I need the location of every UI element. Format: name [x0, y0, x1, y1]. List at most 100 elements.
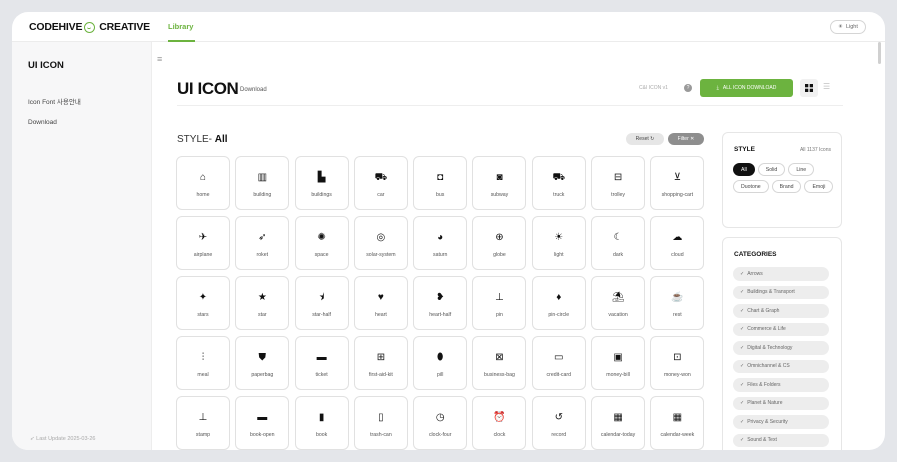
icon-card[interactable]: ▦ calendar-week	[650, 396, 705, 450]
icon-card[interactable]: ⛊ paperbag	[235, 336, 290, 390]
icon-card[interactable]: ▦ calendar-today	[591, 396, 646, 450]
icon-card-label: airplane	[193, 251, 213, 258]
app-window: CODEHIVE CREATIVE Library ☀ Light UI ICO…	[12, 12, 885, 450]
icon-card[interactable]: ✦ stars	[176, 276, 230, 330]
icon-card[interactable]: ➶ roket	[235, 216, 290, 270]
icon-card[interactable]: ⊠ business-bag	[472, 336, 527, 390]
icon-card[interactable]: ⊕ globe	[472, 216, 527, 270]
help-icon[interactable]: ?	[684, 84, 692, 92]
icon-card-label: saturn	[432, 251, 448, 258]
icon-card-label: cloud	[671, 251, 684, 258]
icon-card[interactable]: ☀ light	[531, 216, 586, 270]
icon-card[interactable]: ☾ dark	[591, 216, 646, 270]
icon-card[interactable]: ⊻ shopping-cart	[650, 156, 705, 210]
icon-card[interactable]: ↺ record	[531, 396, 586, 450]
icon-card[interactable]: ⊡ money-won	[650, 336, 705, 390]
icon-card[interactable]: ⌂ home	[176, 156, 230, 210]
category-item[interactable]: ✓ Omnichannel & CS	[733, 359, 829, 373]
categories-panel-title: CATEGORIES	[734, 251, 777, 258]
trash-can-icon: ▯	[378, 411, 384, 423]
icon-card-label: trash-can	[370, 431, 392, 438]
category-item[interactable]: ✓ Commerce & Life	[733, 322, 829, 336]
icon-card[interactable]: ▥ building	[235, 156, 290, 210]
nav-library-tab[interactable]: Library	[168, 22, 193, 31]
icon-card[interactable]: ▙ buildings	[294, 156, 349, 210]
icon-card[interactable]: ⏰ clock	[472, 396, 527, 450]
book-open-icon: ▬	[257, 411, 268, 423]
pin-icon: ⊥	[495, 291, 504, 303]
reset-button[interactable]: Reset ↻	[626, 133, 664, 145]
icon-card[interactable]: ✈ airplane	[176, 216, 230, 270]
icon-card[interactable]: ⛟ truck	[531, 156, 586, 210]
icon-card[interactable]: ▮ book	[294, 396, 349, 450]
icon-card[interactable]: ⫶ meal	[176, 336, 230, 390]
icon-card[interactable]: ★ star	[235, 276, 290, 330]
money-won-icon: ⊡	[673, 351, 682, 363]
icon-card-label: first-aid-kit	[368, 371, 393, 378]
brand-logo[interactable]: CODEHIVE CREATIVE	[29, 21, 150, 33]
icon-card[interactable]: ❥ heart-half	[413, 276, 468, 330]
icon-card[interactable]: ☕ rest	[650, 276, 705, 330]
list-view-icon[interactable]: ☰	[823, 82, 830, 91]
icon-card[interactable]: ⬮ pill	[413, 336, 468, 390]
icon-card[interactable]: ◙ subway	[472, 156, 527, 210]
icon-card[interactable]: ♥ heart	[353, 276, 408, 330]
icon-card[interactable]: ▯ trash-can	[353, 396, 408, 450]
category-item[interactable]: ✓ Chart & Graph	[733, 304, 829, 318]
icon-card[interactable]: ☁ cloud	[650, 216, 705, 270]
style-chip-line[interactable]: Line	[788, 163, 815, 176]
icon-card[interactable]: ⯨ star-half	[294, 276, 349, 330]
category-item[interactable]: ✓ Files & Folders	[733, 378, 829, 392]
globe-icon: ⊕	[495, 231, 504, 243]
category-item[interactable]: ✓ Privacy & Security	[733, 415, 829, 429]
style-panel-title: STYLE	[734, 146, 755, 153]
sidebar-item-download[interactable]: Download	[28, 119, 57, 126]
icon-card-label: business-bag	[484, 371, 515, 378]
style-chip-solid[interactable]: Solid	[757, 163, 786, 176]
check-icon: ✓	[740, 344, 745, 351]
icon-card[interactable]: ▭ credit-card	[531, 336, 586, 390]
category-item[interactable]: ✓ Planet & Nature	[733, 396, 829, 410]
icon-card[interactable]: ⊞ first-aid-kit	[353, 336, 408, 390]
icon-card[interactable]: ◎ solar-system	[353, 216, 408, 270]
icon-card[interactable]: ◕ saturn	[413, 216, 468, 270]
all-icon-download-button[interactable]: ⤓ ALL ICON DOWNLOAD	[700, 79, 793, 97]
category-item[interactable]: ✓ Buildings & Transport	[733, 285, 829, 299]
icon-card[interactable]: ⛟ car	[353, 156, 408, 210]
first-aid-kit-icon: ⊞	[376, 351, 386, 363]
category-item[interactable]: ✓ Arrows	[733, 267, 829, 281]
icon-card-label: money-bill	[606, 371, 630, 378]
style-chip-duotone[interactable]: Duotone	[733, 180, 769, 193]
icon-card[interactable]: ⛱ vacation	[591, 276, 646, 330]
category-label: Privacy & Security	[747, 418, 788, 425]
icon-card-label: light	[554, 251, 564, 258]
icon-card[interactable]: ▣ money-bill	[591, 336, 646, 390]
icon-card-label: ticket	[315, 371, 328, 378]
style-chip-brand[interactable]: Brand	[771, 180, 802, 193]
sidebar-item-icon-font-guide[interactable]: Icon Font 사용안내	[28, 96, 81, 106]
last-update: ➶ Last Update 2025-03-26	[30, 436, 95, 442]
category-item[interactable]: ✓ Digital & Technology	[733, 341, 829, 355]
theme-toggle-button[interactable]: ☀ Light	[830, 20, 866, 34]
pin-circle-icon: ♦	[556, 291, 562, 303]
trolley-icon: ⊟	[613, 171, 623, 183]
category-item[interactable]: ✓ Sound & Text	[733, 433, 829, 447]
menu-toggle-icon[interactable]: ≡	[157, 55, 162, 64]
icon-card[interactable]: ✺ space	[294, 216, 349, 270]
icon-card[interactable]: ◘ bus	[413, 156, 468, 210]
icon-card[interactable]: ♦ pin-circle	[531, 276, 586, 330]
icon-card[interactable]: ⊟ trolley	[591, 156, 646, 210]
check-icon: ✓	[740, 381, 745, 388]
icon-card[interactable]: ▬ book-open	[235, 396, 290, 450]
filter-button[interactable]: Filter ✕	[668, 133, 704, 145]
icon-card[interactable]: ⊥ stamp	[176, 396, 230, 450]
style-chip-all[interactable]: All	[733, 163, 755, 176]
icon-card-label: paperbag	[251, 371, 274, 378]
icon-card[interactable]: ◷ clock-four	[413, 396, 468, 450]
icon-card[interactable]: ⊥ pin	[472, 276, 527, 330]
scrollbar-thumb[interactable]	[878, 42, 881, 64]
icon-card-label: heart-half	[429, 311, 452, 318]
icon-card[interactable]: ▬ ticket	[294, 336, 349, 390]
style-chip-emoji[interactable]: Emoji	[804, 180, 834, 193]
grid-view-button[interactable]	[800, 79, 818, 97]
